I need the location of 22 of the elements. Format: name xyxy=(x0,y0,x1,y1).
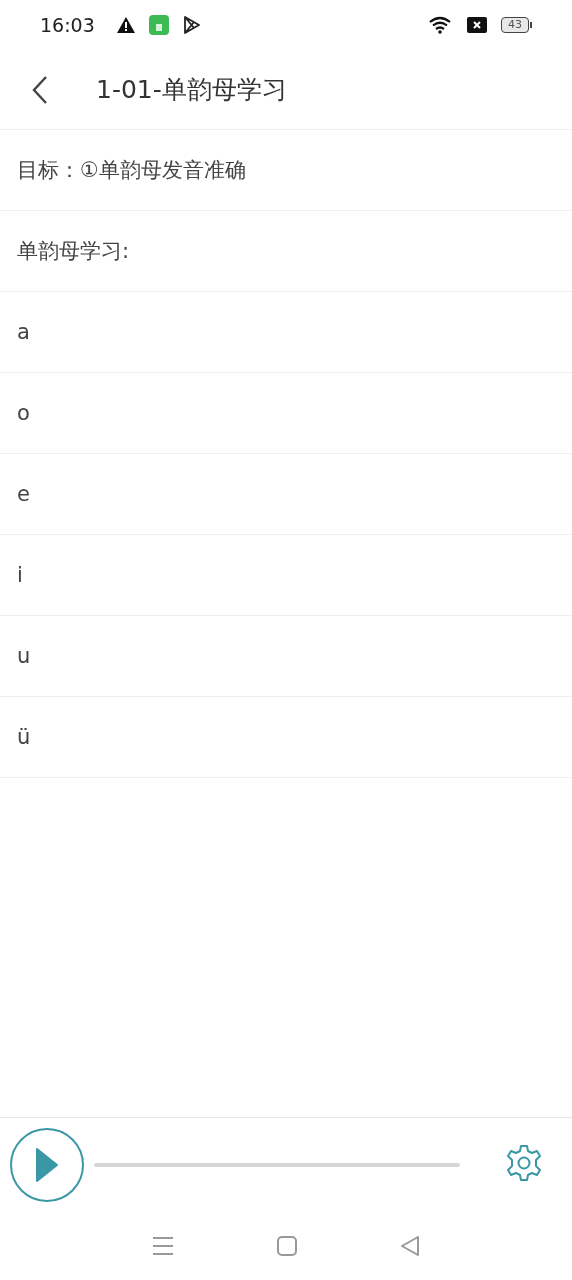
play-store-icon xyxy=(182,16,200,34)
back-icon[interactable] xyxy=(400,1236,421,1256)
status-time: 16:03 xyxy=(40,14,95,36)
list-item[interactable]: u xyxy=(0,616,572,697)
chevron-left-icon xyxy=(31,74,49,105)
list-item[interactable]: ü xyxy=(0,697,572,778)
warning-icon xyxy=(116,17,135,33)
list-item[interactable]: e xyxy=(0,454,572,535)
list-item[interactable]: o xyxy=(0,373,572,454)
app-icon xyxy=(148,15,169,35)
gear-icon xyxy=(504,1143,544,1183)
play-icon xyxy=(35,1147,59,1183)
list-item[interactable]: i xyxy=(0,535,572,616)
list-item[interactable]: 单韵母学习: xyxy=(0,211,572,292)
list-item[interactable]: a xyxy=(0,292,572,373)
menu-icon[interactable] xyxy=(151,1236,174,1256)
sim-off-icon xyxy=(467,17,487,33)
page-title: 1-01-单韵母学习 xyxy=(96,74,287,106)
battery-level: 43 xyxy=(501,17,529,33)
wifi-icon xyxy=(429,16,453,34)
list-item[interactable]: 目标：①单韵母发音准确 xyxy=(0,130,572,211)
home-icon[interactable] xyxy=(277,1236,297,1256)
